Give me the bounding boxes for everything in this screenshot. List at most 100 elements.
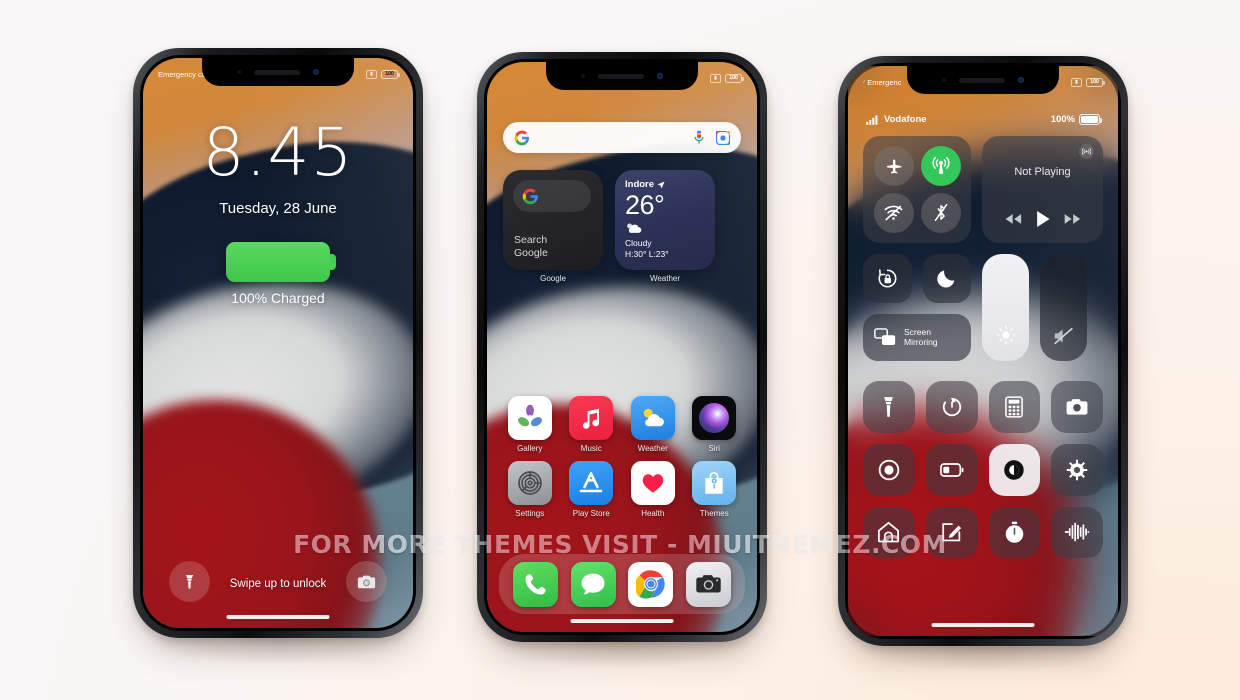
- chrome-icon[interactable]: [628, 561, 674, 607]
- voice-waveform-icon: [1064, 522, 1090, 542]
- app-label: Weather: [637, 444, 668, 453]
- app-weather[interactable]: Weather: [622, 396, 684, 453]
- google-widget-pill: [513, 180, 591, 212]
- dark-mode-tile[interactable]: [988, 443, 1041, 496]
- phone3-bezel: ⁄ Emergenc ▮ 100 Vodafone 100% Not Playi…: [845, 63, 1121, 639]
- battery-percent-label: 100: [1090, 79, 1099, 85]
- app-label: Settings: [515, 509, 545, 518]
- battery-icon: 100: [1086, 77, 1105, 87]
- camera-tile[interactable]: [1051, 381, 1103, 433]
- brightness-sun-icon: [996, 325, 1015, 345]
- record-icon: [878, 459, 900, 480]
- screen-mirroring-button[interactable]: Screen Mirroring: [863, 313, 971, 361]
- flashlight-tile[interactable]: [863, 381, 915, 433]
- home-icon: [878, 522, 900, 543]
- fast-forward-icon[interactable]: [1064, 213, 1081, 225]
- rotation-lock-toggle[interactable]: [863, 254, 912, 303]
- cc-carrier-label: Vodafone: [884, 114, 927, 125]
- home-screen-content: Search Google Indore 26° Cloudy H:30° L:…: [487, 62, 757, 632]
- airplay-button[interactable]: [1079, 144, 1094, 159]
- voice-memos-tile[interactable]: [1051, 506, 1103, 559]
- wifi-off-icon: [884, 205, 903, 221]
- widget-label-google: Google: [540, 274, 566, 283]
- notch: [202, 58, 354, 86]
- timer-tile[interactable]: [925, 381, 978, 433]
- accessibility-tile[interactable]: [1051, 443, 1103, 496]
- phone-lock-screen: Emergency calls ▮ 100 8.45 Tuesday, 28 J…: [133, 48, 423, 664]
- home-indicator[interactable]: [226, 615, 330, 619]
- widget-labels: Google Weather: [503, 274, 741, 283]
- location-arrow-icon: [657, 180, 665, 189]
- app-label: Health: [641, 509, 665, 518]
- screen-mirroring-label: Screen Mirroring: [904, 327, 938, 347]
- cloud-icon: [627, 223, 642, 233]
- accessibility-gear-icon: [1066, 459, 1088, 480]
- message-bubble-icon[interactable]: [570, 561, 616, 607]
- battery-percent-label: 100: [385, 71, 394, 77]
- widget-weather[interactable]: Indore 26° Cloudy H:30° L:23°: [615, 170, 715, 270]
- status-right: ▮ 100: [710, 73, 744, 83]
- home-indicator[interactable]: [931, 623, 1035, 627]
- app-music[interactable]: Music: [561, 396, 623, 453]
- status-right: ▮ 100: [366, 69, 400, 79]
- app-siri[interactable]: Siri: [684, 396, 746, 453]
- home-indicator[interactable]: [570, 619, 674, 623]
- play-icon[interactable]: [1035, 210, 1051, 228]
- airplay-icon: [1082, 148, 1091, 155]
- airplane-mode-toggle[interactable]: [873, 146, 914, 187]
- carrier-label: Emergenc: [867, 77, 902, 87]
- camera-icon[interactable]: [685, 561, 731, 607]
- phone2-bezel: ▮ 100 Search Google Indore 26° Cloudy H:…: [484, 59, 760, 635]
- microphone-icon[interactable]: [693, 130, 705, 145]
- calculator-tile[interactable]: [988, 381, 1041, 433]
- weather-high-low: H:30° L:23°: [625, 249, 669, 259]
- siri-orb-icon: [692, 396, 737, 440]
- google-lens-icon[interactable]: [716, 130, 730, 145]
- airplane-icon: [886, 159, 902, 174]
- bluetooth-toggle[interactable]: [920, 192, 961, 233]
- app-gallery[interactable]: Gallery: [499, 396, 561, 453]
- phone-handset-icon[interactable]: [513, 561, 559, 607]
- search-input[interactable]: [530, 132, 693, 143]
- earpiece-speaker: [959, 77, 1005, 83]
- app-health[interactable]: Health: [622, 461, 684, 518]
- moon-icon: [937, 270, 955, 288]
- cellular-antenna-icon: [931, 157, 950, 175]
- low-power-mode-tile[interactable]: [925, 443, 978, 496]
- ir-sensor-icon: [942, 78, 946, 82]
- app-label: Siri: [708, 444, 721, 453]
- app-play-store[interactable]: Play Store: [561, 461, 623, 518]
- cc-battery-icon: [1079, 114, 1103, 125]
- lock-date: Tuesday, 28 June: [219, 200, 337, 217]
- notes-tile[interactable]: [925, 506, 978, 559]
- weather-temperature: 26°: [625, 190, 665, 220]
- screen-mirroring-icon: [874, 328, 896, 346]
- cellular-data-toggle[interactable]: [920, 146, 961, 187]
- notch: [907, 66, 1059, 94]
- control-center-content: Vodafone 100% Not Playing Screen Mirrori…: [848, 66, 1118, 636]
- app-themes[interactable]: Themes: [684, 461, 746, 518]
- brightness-slider[interactable]: [982, 254, 1029, 361]
- phone2-screen: ▮ 100 Search Google Indore 26° Cloudy H:…: [487, 62, 757, 632]
- rewind-icon[interactable]: [1005, 213, 1022, 225]
- wifi-toggle[interactable]: [873, 192, 914, 233]
- google-search-bar[interactable]: [503, 122, 741, 153]
- media-playback-tile[interactable]: Not Playing: [982, 136, 1103, 243]
- notes-pencil-icon: [941, 523, 961, 542]
- volume-slider[interactable]: [1040, 254, 1087, 361]
- cc-row-top: Not Playing: [863, 136, 1103, 243]
- home-tile[interactable]: [863, 506, 915, 559]
- app-settings[interactable]: Settings: [499, 461, 561, 518]
- weather-location-row: Indore: [625, 179, 705, 190]
- rotation-lock-icon: [878, 269, 897, 288]
- phone1-screen: Emergency calls ▮ 100 8.45 Tuesday, 28 J…: [143, 58, 413, 628]
- themes-bag-icon: [692, 461, 737, 505]
- widget-google[interactable]: Search Google: [503, 170, 603, 270]
- signal-bars-icon: [866, 114, 878, 125]
- calculator-icon: [1005, 396, 1024, 418]
- phone-control-center: ⁄ Emergenc ▮ 100 Vodafone 100% Not Playi…: [838, 56, 1128, 672]
- do-not-disturb-toggle[interactable]: [922, 254, 971, 303]
- app-label: Play Store: [572, 509, 610, 518]
- screen-record-tile[interactable]: [863, 443, 915, 496]
- stopwatch-tile[interactable]: [988, 506, 1041, 559]
